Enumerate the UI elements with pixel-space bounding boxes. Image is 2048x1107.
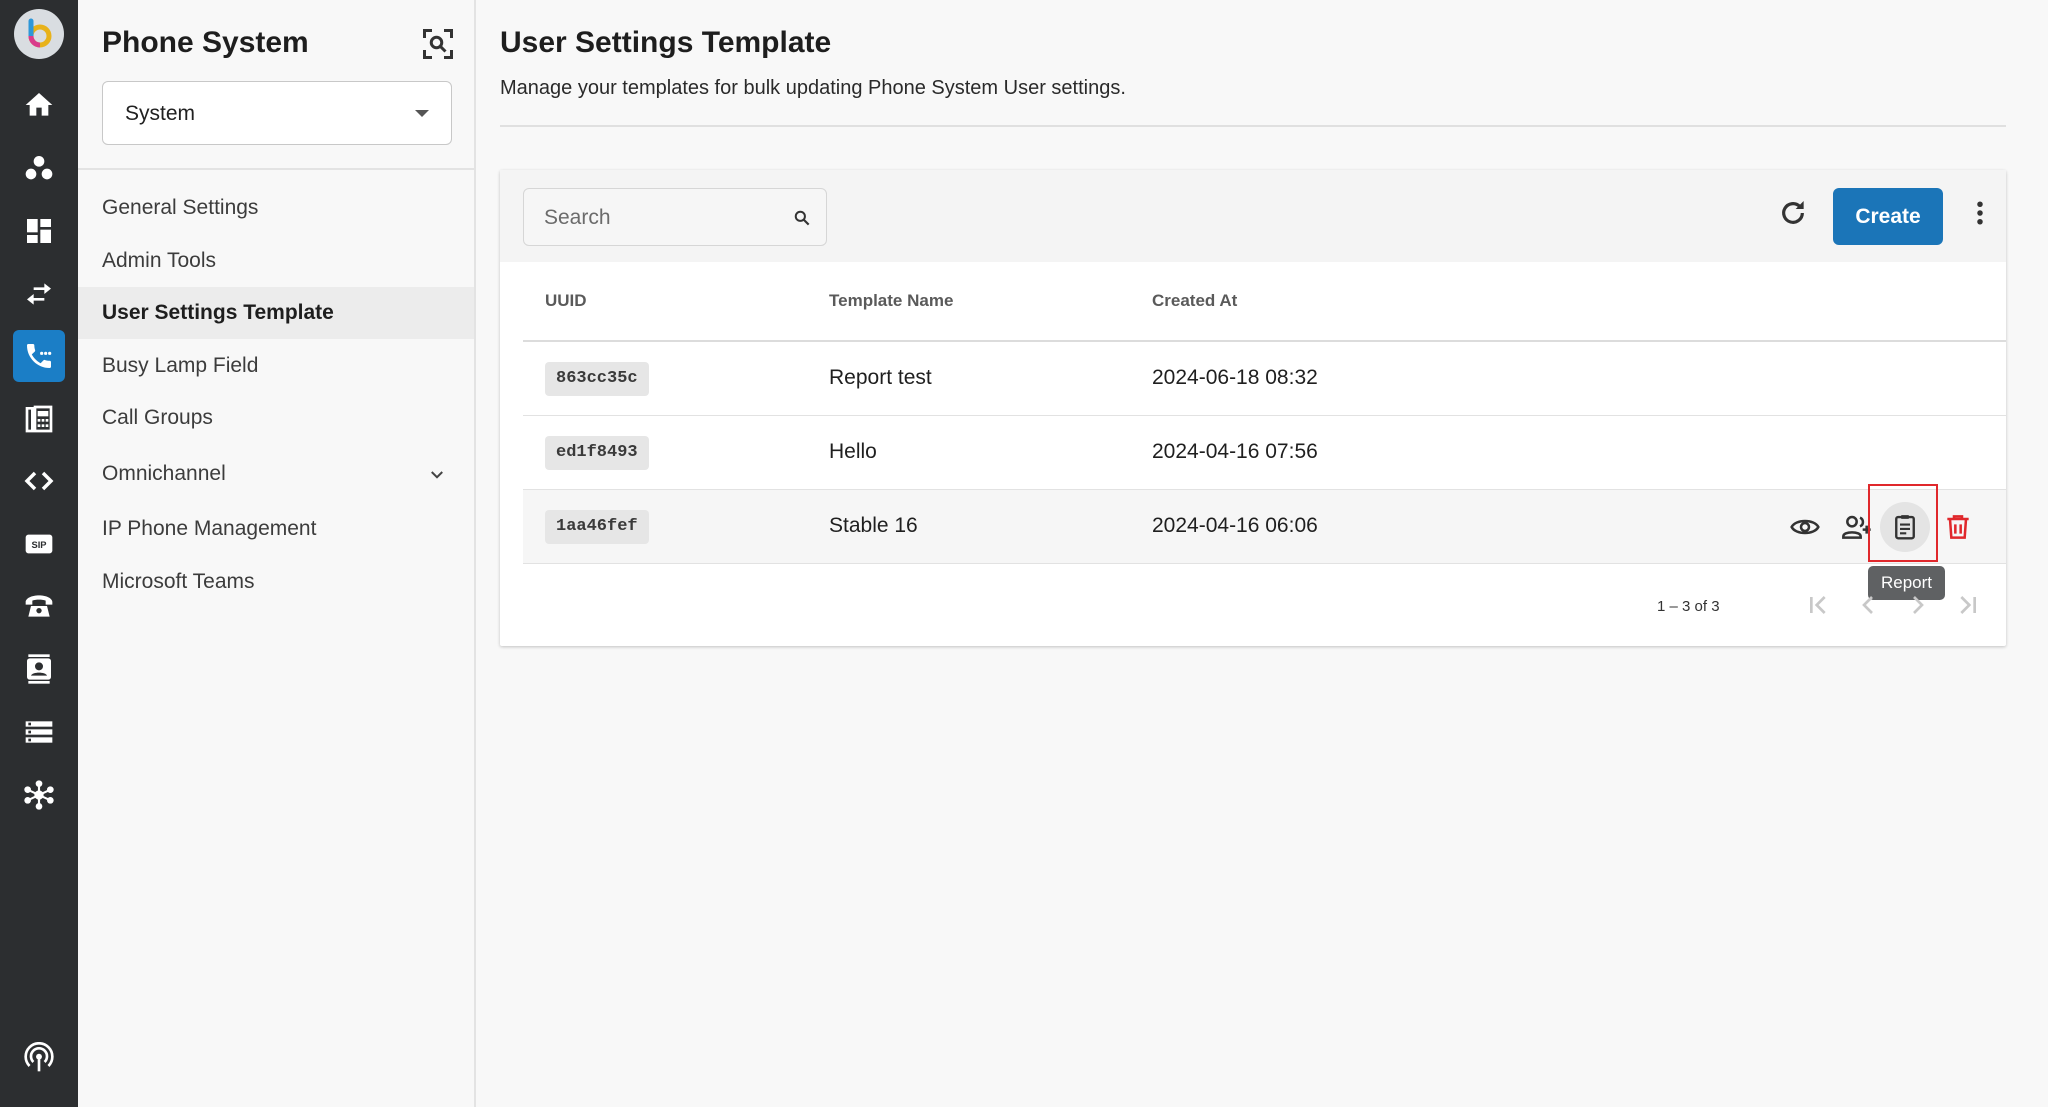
sidebar-item-label: Admin Tools [102,249,217,272]
templates-card: Create UUID Template Name Created At 863… [500,170,2006,646]
code-icon [24,471,54,491]
table-row[interactable]: 1aa46fef Stable 16 2024-04-16 06:06 [523,490,2006,564]
uuid-chip: 1aa46fef [545,510,649,544]
header-divider [500,125,2006,127]
search-input[interactable] [544,203,784,233]
template-name-cell: Report test [829,366,932,389]
sidebar-item-label: IP Phone Management [102,517,317,540]
sidebar-item-label: Busy Lamp Field [102,354,259,377]
sidebar-item-busy-lamp-field[interactable]: Busy Lamp Field [78,340,474,392]
page-title: User Settings Template [500,26,832,59]
first-page-icon[interactable] [1802,589,1834,621]
column-header-created-at[interactable]: Created At [1152,291,1237,311]
sidebar-item-general-settings[interactable]: General Settings [78,182,474,234]
sidebar-item-microsoft-teams[interactable]: Microsoft Teams [78,556,474,608]
table-row[interactable]: ed1f8493 Hello 2024-04-16 07:56 [523,416,2006,490]
transfer-icon [27,283,51,305]
fax-icon [25,405,53,433]
uuid-chip: ed1f8493 [545,436,649,470]
sidebar-item-ip-phone-management[interactable]: IP Phone Management [78,503,474,555]
network-icon [24,780,54,810]
sip-icon: SIP [25,534,53,554]
sidebar-item-label: User Settings Template [102,301,334,324]
rail-users[interactable] [13,142,65,194]
table-toolbar: Create [500,170,2006,262]
rail-code[interactable] [13,455,65,507]
phone-icon [27,344,52,368]
rail-dashboard[interactable] [13,205,65,257]
refresh-icon[interactable] [1777,197,1809,229]
sidebar-item-call-groups[interactable]: Call Groups [78,392,474,444]
secondary-sidebar: Phone System System General Settings Adm… [78,0,476,1107]
dropdown-caret-icon [415,110,429,117]
view-icon[interactable] [1789,511,1821,543]
column-header-uuid[interactable]: UUID [545,291,587,311]
chevron-down-icon [431,471,443,479]
system-select-value: System [125,102,196,125]
rail-server-list[interactable] [13,706,65,758]
desk-phone-icon [25,595,53,617]
rail-fax[interactable] [13,393,65,445]
next-page-icon[interactable] [1902,589,1934,621]
previous-page-icon[interactable] [1852,589,1884,621]
delete-icon[interactable] [1942,511,1974,543]
sidebar-divider [78,168,474,170]
svg-text:SIP: SIP [31,540,46,550]
rail-desk-phone[interactable] [13,580,65,632]
template-name-cell: Stable 16 [829,514,918,537]
dashboard-icon [27,219,51,243]
template-name-cell: Hello [829,440,877,463]
rail-network[interactable] [13,769,65,821]
sidebar-item-label: Omnichannel [102,462,226,485]
search-box[interactable] [523,188,827,246]
rail-sip[interactable]: SIP [13,518,65,570]
rail-broadcast[interactable] [13,1032,65,1084]
table-row[interactable]: 863cc35c Report test 2024-06-18 08:32 [523,342,2006,416]
sidebar-item-label: Call Groups [102,406,213,429]
system-select[interactable]: System [102,81,452,145]
brand-logo-icon [28,18,52,48]
scan-search-icon[interactable] [420,26,456,62]
app-rail: SIP [0,0,78,1107]
sidebar-title: Phone System [102,26,309,59]
sidebar-item-label: General Settings [102,196,259,219]
app-logo[interactable] [14,9,64,59]
created-at-cell: 2024-04-16 06:06 [1152,514,1318,537]
uuid-chip: 863cc35c [545,362,649,396]
home-icon [25,93,53,116]
sidebar-item-label: Microsoft Teams [102,570,255,593]
broadcast-icon [24,1042,54,1072]
rail-contacts[interactable] [13,643,65,695]
report-highlight-box [1868,484,1938,562]
page-subtitle: Manage your templates for bulk updating … [500,77,1126,99]
search-icon [794,210,810,226]
created-at-cell: 2024-04-16 07:56 [1152,440,1318,463]
pagination-range: 1 – 3 of 3 [1657,598,1720,615]
more-options-icon[interactable] [1965,197,1995,229]
sidebar-item-admin-tools[interactable]: Admin Tools [78,235,474,287]
main-content: User Settings Template Manage your templ… [478,0,2048,1107]
server-list-icon [25,721,53,743]
created-at-cell: 2024-06-18 08:32 [1152,366,1318,389]
last-page-icon[interactable] [1952,589,1984,621]
sidebar-item-omnichannel[interactable]: Omnichannel [78,448,474,500]
rail-transfer[interactable] [13,268,65,320]
rail-phone-system[interactable] [13,330,65,382]
create-button[interactable]: Create [1833,188,1943,245]
rail-home[interactable] [13,79,65,131]
users-icon [25,156,53,180]
contacts-icon [27,654,51,684]
sidebar-item-user-settings-template[interactable]: User Settings Template [78,287,474,339]
column-header-template-name[interactable]: Template Name [829,291,953,311]
